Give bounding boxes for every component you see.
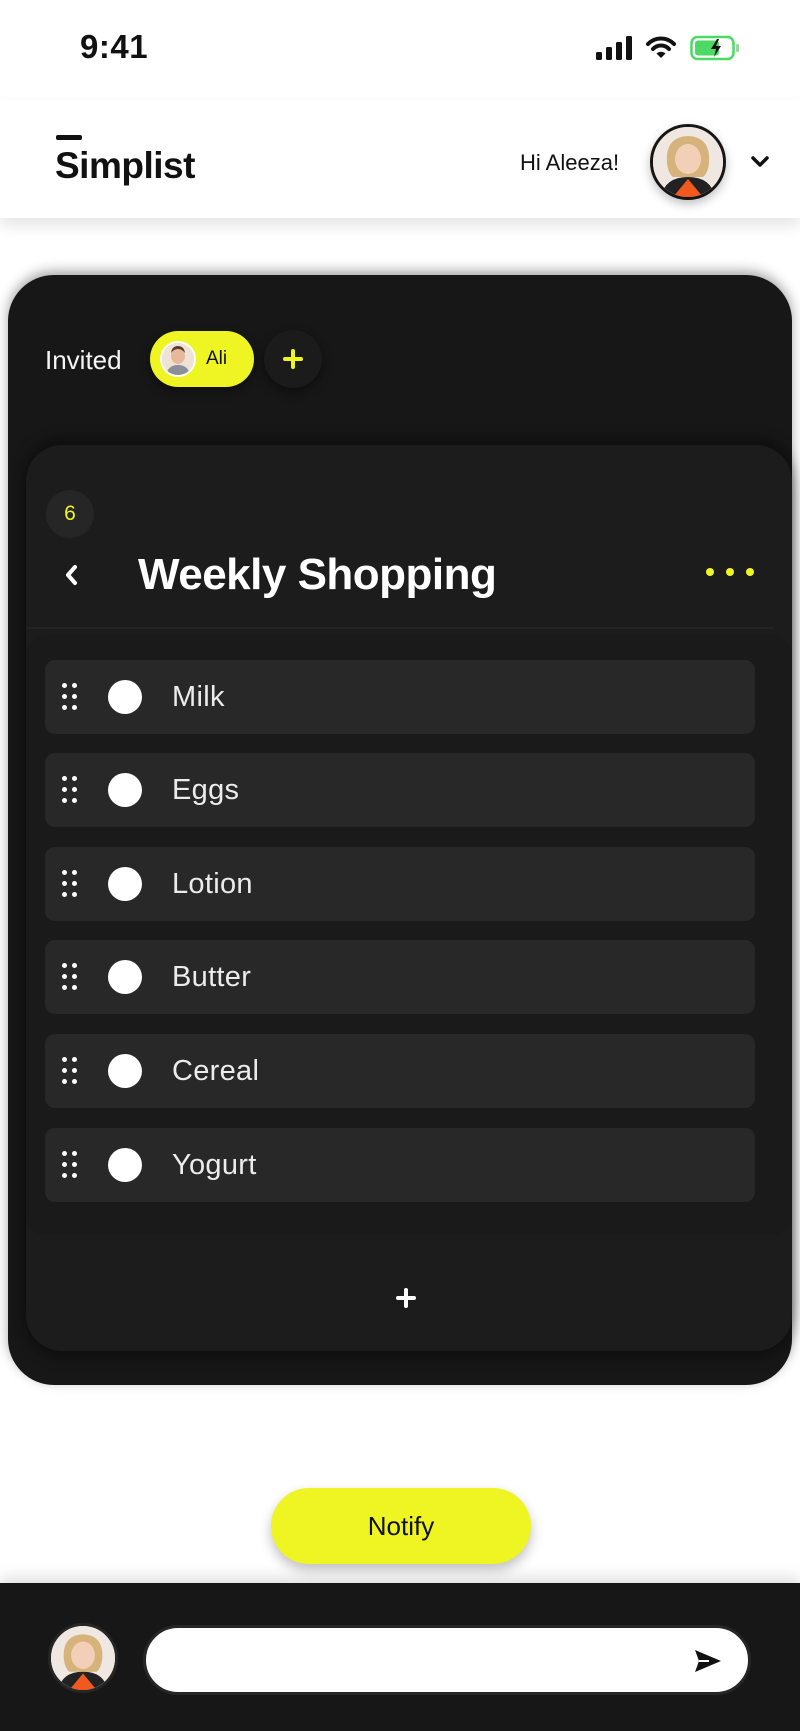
- item-checkbox[interactable]: [108, 960, 142, 994]
- invited-label: Invited: [45, 345, 122, 375]
- plus-icon: [396, 1288, 416, 1308]
- item-count-badge: 6: [46, 490, 94, 538]
- battery-charging-icon: [690, 35, 739, 61]
- cellular-signal-icon: [596, 36, 632, 60]
- app-logo: Simplist: [55, 145, 195, 186]
- item-checkbox[interactable]: [108, 773, 142, 807]
- item-label: Cereal: [172, 1054, 260, 1087]
- status-icons: [596, 34, 740, 62]
- logo-mark: [56, 135, 82, 140]
- list-item[interactable]: Eggs: [45, 753, 755, 827]
- divider: [26, 627, 774, 629]
- drag-handle-icon[interactable]: [62, 776, 77, 804]
- invited-member-chip[interactable]: Ali: [150, 331, 254, 387]
- list-item[interactable]: Butter: [45, 940, 755, 1014]
- more-options-icon[interactable]: [706, 562, 754, 582]
- app-header: Simplist Hi Aleeza!: [0, 100, 800, 218]
- list-item[interactable]: Cereal: [45, 1034, 755, 1108]
- drag-handle-icon[interactable]: [62, 1057, 77, 1085]
- items-list: Milk Eggs Lotion Butter Cereal Yogurt: [26, 635, 792, 1235]
- wifi-icon: [646, 36, 676, 58]
- user-avatar[interactable]: [650, 124, 726, 200]
- list-panel: Invited Ali 6 Weekly Shopping Milk Eggs …: [8, 275, 792, 1385]
- status-time: 9:41: [80, 28, 149, 65]
- item-label: Eggs: [172, 773, 240, 806]
- item-checkbox[interactable]: [108, 1148, 142, 1182]
- account-menu-chevron-icon[interactable]: [748, 150, 772, 174]
- drag-handle-icon[interactable]: [62, 963, 77, 991]
- drag-handle-icon[interactable]: [62, 870, 77, 898]
- list-item[interactable]: Milk: [45, 660, 755, 734]
- chevron-left-icon: [66, 565, 77, 585]
- item-label: Lotion: [172, 867, 253, 900]
- drag-handle-icon[interactable]: [62, 683, 77, 711]
- back-button[interactable]: [51, 555, 91, 595]
- send-icon[interactable]: [690, 1643, 726, 1679]
- status-bar: 9:41: [0, 0, 800, 100]
- item-label: Milk: [172, 680, 225, 713]
- plus-icon: [283, 349, 303, 369]
- item-checkbox[interactable]: [108, 1054, 142, 1088]
- composer-bar: [0, 1583, 800, 1731]
- notify-button[interactable]: Notify: [271, 1488, 531, 1564]
- list-title: Weekly Shopping: [138, 550, 497, 599]
- add-member-button[interactable]: [264, 330, 322, 388]
- user-avatar-image: [51, 1626, 115, 1690]
- member-avatar: [160, 341, 196, 377]
- list-card: 6 Weekly Shopping Milk Eggs Lotion Butte…: [26, 445, 792, 1351]
- item-checkbox[interactable]: [108, 867, 142, 901]
- greeting-text: Hi Aleeza!: [520, 150, 620, 175]
- add-item-button[interactable]: [386, 1278, 426, 1318]
- message-input[interactable]: [143, 1625, 751, 1695]
- composer-avatar[interactable]: [48, 1623, 118, 1693]
- item-checkbox[interactable]: [108, 680, 142, 714]
- member-name: Ali: [206, 348, 228, 369]
- member-avatar-image: [162, 343, 194, 375]
- list-item[interactable]: Lotion: [45, 847, 755, 921]
- item-label: Yogurt: [172, 1148, 257, 1181]
- list-item[interactable]: Yogurt: [45, 1128, 755, 1202]
- item-label: Butter: [172, 960, 252, 993]
- drag-handle-icon[interactable]: [62, 1151, 77, 1179]
- user-avatar-image: [653, 127, 723, 197]
